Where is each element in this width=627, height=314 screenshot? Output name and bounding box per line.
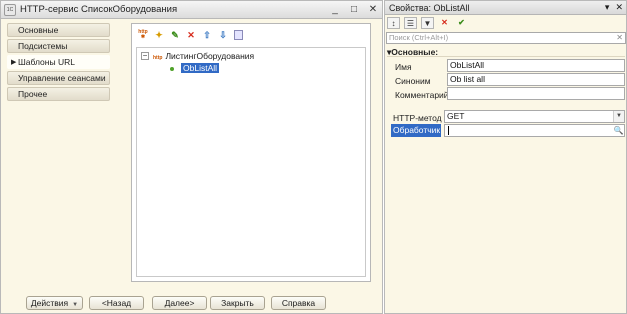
chevron-down-icon[interactable]: ▾ xyxy=(605,2,610,13)
add-icon[interactable]: ✦ xyxy=(154,30,164,40)
nav-item-main[interactable]: Основные xyxy=(7,23,110,37)
properties-title: Свойства: ObListAll xyxy=(389,3,470,13)
delete-icon[interactable]: ✕ xyxy=(186,30,196,40)
nav-item-label: Основные xyxy=(18,25,59,35)
synonym-label: Синоним xyxy=(395,76,431,86)
http-template-icon: http xyxy=(153,55,163,61)
section-nav: Основные Подсистемы ▶ Шаблоны URL Управле… xyxy=(7,23,110,103)
divider xyxy=(387,56,625,57)
name-field[interactable]: ObListAll xyxy=(447,59,625,72)
clear-icon[interactable]: ✕ xyxy=(616,33,623,43)
http-icon[interactable]: http ✱ xyxy=(138,30,148,40)
help-button[interactable]: Справка xyxy=(271,296,326,310)
window-title: HTTP-сервис СписокОборудования xyxy=(20,4,178,15)
categories-icon[interactable]: ☰ xyxy=(404,17,417,29)
tree-child-label: ObListAll xyxy=(181,63,220,73)
collapse-icon[interactable]: − xyxy=(141,52,149,60)
nav-item-session-management[interactable]: Управление сеансами xyxy=(7,71,110,85)
document-icon[interactable] xyxy=(234,30,243,40)
tree-child-item[interactable]: ObListAll xyxy=(181,63,220,73)
properties-window: Свойства: ObListAll ▾ ✕ ↕ ☰ ▼ ✕ ✔ Поиск … xyxy=(384,0,627,314)
filter-icon[interactable]: ▼ xyxy=(421,17,434,29)
close-icon[interactable]: ✕ xyxy=(367,3,379,16)
edit-icon[interactable]: ✎ xyxy=(170,30,180,40)
url-templates-panel: http ✱ ✦ ✎ ✕ ⇧ ⇩ − http ЛистингОборудовани… xyxy=(131,23,371,282)
window-titlebar[interactable]: 1C HTTP-сервис СписокОборудования _ □ ✕ xyxy=(1,1,382,19)
search-icon[interactable]: 🔍 xyxy=(613,125,624,136)
move-up-icon[interactable]: ⇧ xyxy=(202,30,212,40)
close-button[interactable]: Закрыть xyxy=(210,296,265,310)
http-method-label: HTTP-метод xyxy=(393,113,442,123)
name-label: Имя xyxy=(395,62,412,72)
properties-titlebar[interactable]: Свойства: ObListAll ▾ ✕ xyxy=(385,1,626,15)
tree-root-label: ЛистингОборудования xyxy=(165,51,255,61)
properties-toolbar: ↕ ☰ ▼ ✕ ✔ xyxy=(387,16,468,30)
nav-item-url-templates[interactable]: ▶ Шаблоны URL xyxy=(7,55,110,69)
url-template-tree[interactable]: − http ЛистингОборудования ObListAll xyxy=(136,47,366,277)
property-search-input[interactable]: Поиск (Ctrl+Alt+I) ✕ xyxy=(386,32,626,44)
nav-item-other[interactable]: Прочее xyxy=(7,87,110,101)
actions-button[interactable]: Действия ▼ xyxy=(26,296,83,310)
http-method-value: GET xyxy=(447,111,465,121)
nav-item-label: Подсистемы xyxy=(18,41,68,51)
method-dot-icon xyxy=(170,67,174,71)
handler-field[interactable]: 🔍 xyxy=(444,124,625,137)
next-button[interactable]: Далее> xyxy=(152,296,207,310)
close-icon[interactable]: ✕ xyxy=(615,2,623,13)
text-caret xyxy=(448,126,449,135)
nav-item-label: Шаблоны URL xyxy=(18,57,75,67)
delete-icon[interactable]: ✕ xyxy=(438,17,451,29)
back-button[interactable]: <Назад xyxy=(89,296,144,310)
chevron-down-icon: ▼ xyxy=(72,302,79,308)
move-down-icon[interactable]: ⇩ xyxy=(218,30,228,40)
check-icon[interactable]: ✔ xyxy=(455,17,468,29)
comment-label: Комментарий xyxy=(395,90,449,100)
app-icon: 1C xyxy=(4,4,16,16)
actions-label: Действия xyxy=(30,298,69,308)
maximize-icon[interactable]: □ xyxy=(348,3,360,16)
sort-icon[interactable]: ↕ xyxy=(387,17,400,29)
http-method-select[interactable]: GET ▼ xyxy=(444,110,625,123)
comment-field[interactable] xyxy=(447,87,625,100)
chevron-down-icon[interactable]: ▼ xyxy=(613,111,624,122)
nav-item-subsystems[interactable]: Подсистемы xyxy=(7,39,110,53)
synonym-field[interactable]: Ob list all xyxy=(447,73,625,86)
search-placeholder: Поиск (Ctrl+Alt+I) xyxy=(389,33,449,42)
tree-toolbar: http ✱ ✦ ✎ ✕ ⇧ ⇩ xyxy=(138,29,243,41)
tree-root-item[interactable]: http ЛистингОборудования xyxy=(153,51,254,61)
handler-label: Обработчик xyxy=(391,124,441,137)
nav-item-label: Управление сеансами xyxy=(18,73,106,83)
active-marker-icon: ▶ xyxy=(11,59,17,66)
minimize-icon[interactable]: _ xyxy=(329,3,341,16)
http-service-window: 1C HTTP-сервис СписокОборудования _ □ ✕ … xyxy=(0,0,383,314)
nav-item-label: Прочее xyxy=(18,89,48,99)
